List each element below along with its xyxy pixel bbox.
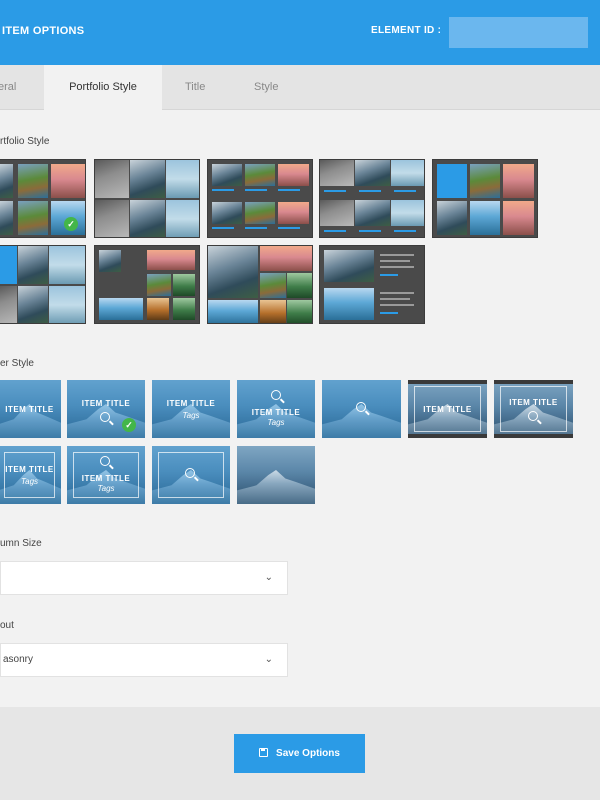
hover-item-tags: Tags <box>97 484 115 493</box>
layout-label: out <box>0 620 14 631</box>
hover-style-option-10[interactable] <box>152 446 230 504</box>
portfolio-style-option-9[interactable] <box>319 245 425 324</box>
magnifier-icon <box>100 456 110 466</box>
magnifier-icon <box>528 411 538 421</box>
hover-style-option-9[interactable]: ITEM TITLE Tags <box>67 446 145 504</box>
hover-item-title: ITEM TITLE <box>81 399 131 408</box>
save-options-label: Save Options <box>276 748 340 759</box>
hover-style-option-2[interactable]: ITEM TITLE ✓ <box>67 380 145 438</box>
hover-style-option-3[interactable]: ITEM TITLE Tags <box>152 380 230 438</box>
hover-style-option-7[interactable]: ITEM TITLE <box>494 380 573 438</box>
portfolio-style-option-7[interactable] <box>94 245 200 324</box>
portfolio-style-option-8[interactable] <box>207 245 313 324</box>
hover-item-title: ITEM TITLE <box>509 398 558 407</box>
tab-style[interactable]: Style <box>254 65 294 110</box>
hover-style-option-1[interactable]: ITEM TITLE <box>0 380 61 438</box>
magnifier-icon <box>271 390 281 400</box>
portfolio-style-option-5[interactable] <box>432 159 538 238</box>
hover-item-title: ITEM TITLE <box>5 405 54 414</box>
floppy-disk-icon <box>259 748 269 757</box>
chevron-down-icon: ⌄ <box>264 572 273 583</box>
hover-style-option-6[interactable]: ITEM TITLE <box>408 380 487 438</box>
column-size-select[interactable]: ⌄ <box>0 561 288 595</box>
hover-style-option-4[interactable]: ITEM TITLE Tags <box>237 380 315 438</box>
hover-style-label: er Style <box>0 358 34 369</box>
hover-item-tags: Tags <box>182 411 200 420</box>
element-id-input[interactable] <box>449 17 588 48</box>
hover-item-title: ITEM TITLE <box>423 405 472 414</box>
portfolio-style-label: rtfolio Style <box>0 136 50 147</box>
portfolio-style-option-1[interactable]: ✓ <box>0 159 86 238</box>
header-bar: ITEM OPTIONS ELEMENT ID : <box>0 0 600 65</box>
tab-portfolio-style[interactable]: Portfolio Style <box>44 65 162 111</box>
magnifier-icon <box>100 412 110 422</box>
save-options-button[interactable]: Save Options <box>234 734 365 773</box>
hover-style-option-5[interactable] <box>322 380 401 438</box>
magnifier-icon <box>185 468 195 478</box>
tab-general[interactable]: eral <box>0 65 42 110</box>
portfolio-style-option-4[interactable] <box>319 159 425 238</box>
tab-bar: eral Portfolio Style Title Style <box>0 65 600 111</box>
check-circle-icon: ✓ <box>122 418 136 432</box>
element-id-label: ELEMENT ID : <box>371 25 442 36</box>
hover-item-tags: Tags <box>267 418 285 427</box>
hover-style-option-8[interactable]: ITEM TITLE Tags <box>0 446 61 504</box>
layout-value: asonry <box>3 654 34 665</box>
hover-item-title: ITEM TITLE <box>251 408 301 417</box>
portfolio-style-option-6[interactable] <box>0 245 86 324</box>
layout-select[interactable]: asonry ⌄ <box>0 643 288 677</box>
hover-item-title: ITEM TITLE <box>166 399 216 408</box>
check-circle-icon: ✓ <box>64 217 78 231</box>
portfolio-style-option-2[interactable] <box>94 159 200 238</box>
magnifier-icon <box>356 402 366 412</box>
hover-style-option-11[interactable] <box>237 446 315 504</box>
column-size-label: umn Size <box>0 538 42 549</box>
dialog-title: ITEM OPTIONS <box>2 25 85 37</box>
hover-item-title: ITEM TITLE <box>5 465 54 474</box>
chevron-down-icon: ⌄ <box>264 654 273 665</box>
hover-item-title: ITEM TITLE <box>81 474 131 483</box>
tab-title[interactable]: Title <box>185 65 225 110</box>
portfolio-style-option-3[interactable] <box>207 159 313 238</box>
hover-item-tags: Tags <box>20 477 39 486</box>
